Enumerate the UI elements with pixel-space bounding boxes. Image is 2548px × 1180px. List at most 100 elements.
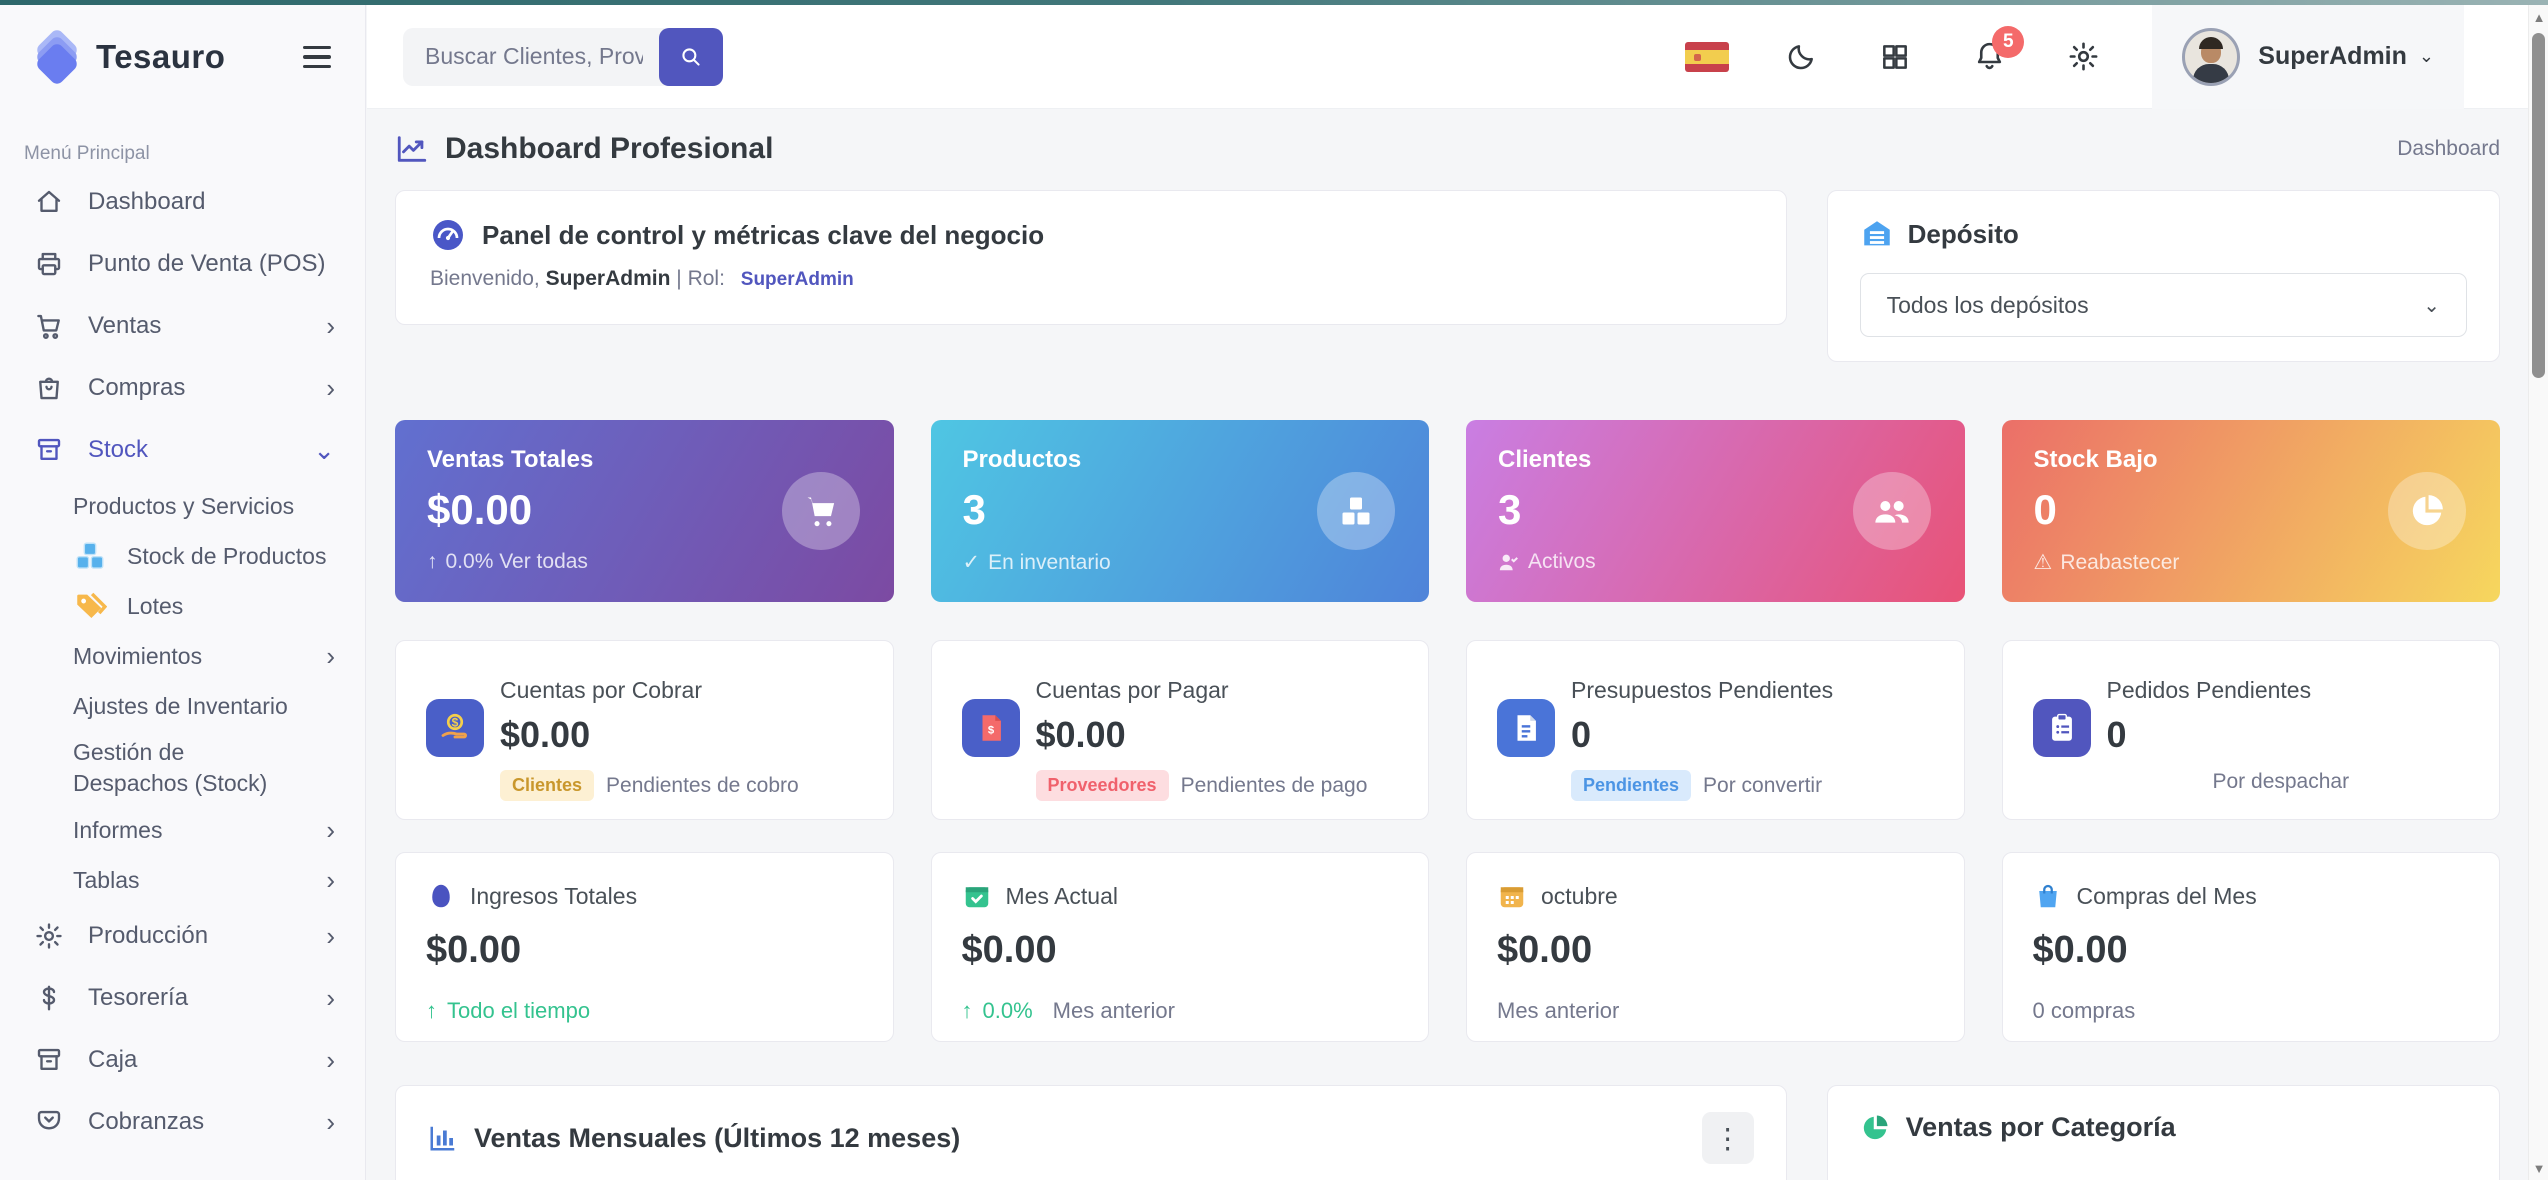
met-head: Compras del Mes: [2033, 881, 2470, 911]
user-menu[interactable]: SuperAdmin ⌄: [2152, 5, 2464, 109]
kpi-card-clientes: Clientes 3 Activos: [1466, 420, 1965, 602]
sidebar-subitem-movimientos[interactable]: Movimientos ›: [0, 631, 365, 681]
global-search: [403, 28, 723, 86]
search-input[interactable]: [403, 28, 665, 86]
chart-header: Ventas Mensuales (Últimos 12 meses) ⋮: [428, 1112, 1754, 1164]
sidebar-item-ventas[interactable]: Ventas ›: [0, 295, 365, 357]
sidebar-item-compras[interactable]: Compras ›: [0, 357, 365, 419]
scroll-down-arrow[interactable]: ▼: [2529, 1156, 2548, 1180]
sidebar-subitem-gestion-despachos[interactable]: Gestión de Despachos (Stock): [0, 731, 330, 805]
scrollbar-thumb[interactable]: [2532, 33, 2545, 378]
sidebar-item-dashboard[interactable]: Dashboard: [0, 171, 365, 233]
sidebar-item-tesoreria[interactable]: Tesorería ›: [0, 967, 365, 1029]
page-title-row: Dashboard Profesional Dashboard: [395, 126, 2500, 172]
sidebar-item-label: Caja: [88, 1046, 137, 1074]
deposito-title-text: Depósito: [1908, 219, 2019, 250]
card-cuentas-por-cobrar: $ Cuentas por Cobrar $0.00 Clientes Pend…: [395, 640, 894, 820]
kpi-footer-link[interactable]: 0.0% Ver todas: [446, 550, 588, 574]
sidebar-logo-row: Tesauro: [0, 5, 365, 109]
cart-icon: [34, 311, 64, 341]
kpi-footer-text: Reabastecer: [2060, 551, 2179, 575]
stock-box-icon: [34, 435, 64, 465]
chevron-right-icon: ›: [326, 923, 335, 949]
chevron-right-icon: ›: [326, 1047, 335, 1073]
chart-title: Ventas por Categoría: [1860, 1112, 2467, 1143]
vertical-scrollbar[interactable]: ▲ ▼: [2528, 5, 2548, 1180]
spain-flag-icon: [1685, 42, 1729, 72]
acc-footer-text: Por convertir: [1703, 774, 1822, 798]
chart-title-text: Ventas Mensuales (Últimos 12 meses): [474, 1123, 960, 1154]
up-arrow-icon: ↑: [962, 998, 973, 1024]
sidebar-subitem-label: Movimientos: [73, 643, 202, 670]
sidebar-item-stock[interactable]: Stock ⌄: [0, 419, 365, 481]
gear-icon: [2067, 40, 2100, 73]
acc-body: Pedidos Pendientes 0: [2107, 677, 2470, 756]
acc-value: $0.00: [1036, 714, 1399, 756]
kpi-card-ventas-totales: Ventas Totales $0.00 ↑ 0.0% Ver todas: [395, 420, 894, 602]
met-value: $0.00: [962, 929, 1399, 972]
badge-proveedores: Proveedores: [1036, 770, 1169, 801]
welcome-subtitle: Bienvenido, SuperAdmin | Rol: SuperAdmin: [430, 267, 1752, 291]
deposito-select[interactable]: Todos los depósitos ⌄: [1860, 273, 2467, 337]
welcome-title: Panel de control y métricas clave del ne…: [430, 217, 1752, 253]
acc-body: Cuentas por Cobrar $0.00: [500, 677, 863, 756]
svg-text:$: $: [452, 716, 459, 730]
language-flag-button[interactable]: [1684, 34, 1730, 80]
dark-mode-button[interactable]: [1778, 34, 1824, 80]
acc-title: Cuentas por Cobrar: [500, 677, 863, 704]
welcome-card: Panel de control y métricas clave del ne…: [395, 190, 1787, 325]
search-icon: [678, 44, 704, 70]
chart-menu-button[interactable]: ⋮: [1702, 1112, 1754, 1164]
tesauro-logo-icon: [34, 34, 80, 80]
apps-grid-button[interactable]: [1872, 34, 1918, 80]
chevron-right-icon: ›: [326, 313, 335, 339]
page-title: Dashboard Profesional: [395, 132, 773, 166]
welcome-greeting: Bienvenido,: [430, 267, 540, 290]
metrics-row: Ingresos Totales $0.00 ↑ Todo el tiempo …: [395, 852, 2500, 1042]
printer-icon: [34, 249, 64, 279]
scroll-up-arrow[interactable]: ▲: [2529, 5, 2548, 29]
sidebar-subitem-label: Tablas: [73, 867, 139, 894]
sidebar-item-pos[interactable]: Punto de Venta (POS): [0, 233, 365, 295]
settings-button[interactable]: [2060, 34, 2106, 80]
card-compras-del-mes: Compras del Mes $0.00 0 compras: [2002, 852, 2501, 1042]
met-value: $0.00: [1497, 929, 1934, 972]
deposito-card: Depósito Todos los depósitos ⌄: [1827, 190, 2500, 362]
met-title: Mes Actual: [1006, 883, 1119, 910]
met-title: Compras del Mes: [2077, 883, 2257, 910]
shopping-bag-icon: [34, 373, 64, 403]
dollar-icon: [34, 983, 64, 1013]
category-sales-card: Ventas por Categoría: [1827, 1085, 2500, 1180]
acc-footline: Proveedores Pendientes de pago: [1036, 770, 1399, 801]
sidebar-subitem-informes[interactable]: Informes ›: [0, 805, 365, 855]
sidebar-subitem-stock-productos[interactable]: Stock de Productos: [0, 531, 365, 581]
sidebar-item-cobranzas[interactable]: Cobranzas ›: [0, 1091, 365, 1153]
acc-value: 0: [2107, 714, 2470, 756]
deposito-selected-option: Todos los depósitos: [1887, 292, 2089, 319]
kpi-footer: Activos: [1498, 550, 1933, 574]
cart-icon: [782, 472, 860, 550]
cashbox-icon: [34, 1045, 64, 1075]
acc-value: 0: [1571, 714, 1934, 756]
sidebar-subitem-tablas[interactable]: Tablas ›: [0, 855, 365, 905]
kpi-row: Ventas Totales $0.00 ↑ 0.0% Ver todas Pr…: [395, 420, 2500, 602]
monthly-sales-chart-card: Ventas Mensuales (Últimos 12 meses) ⋮ $1: [395, 1085, 1787, 1180]
sidebar-subitem-ajustes-inventario[interactable]: Ajustes de Inventario: [0, 681, 365, 731]
sidebar-item-label: Dashboard: [88, 188, 205, 216]
notifications-button[interactable]: 5: [1966, 34, 2012, 80]
kpi-footer: ✓ En inventario: [963, 550, 1398, 575]
chevron-down-icon: ⌄: [2419, 46, 2434, 67]
pocket-icon: [34, 1107, 64, 1137]
warning-icon: ⚠: [2034, 550, 2053, 575]
sidebar-item-produccion[interactable]: Producción ›: [0, 905, 365, 967]
search-button[interactable]: [659, 28, 723, 86]
sidebar-toggle-hamburger-icon[interactable]: [303, 46, 331, 69]
welcome-role-label: | Rol:: [676, 267, 725, 290]
acc-title: Pedidos Pendientes: [2107, 677, 2470, 704]
met-title: Ingresos Totales: [470, 883, 637, 910]
sidebar-item-caja[interactable]: Caja ›: [0, 1029, 365, 1091]
invoice-icon: $: [962, 699, 1020, 757]
acc-footer-text: Pendientes de cobro: [606, 774, 799, 798]
sidebar-subitem-lotes[interactable]: Lotes: [0, 581, 365, 631]
sidebar-subitem-productos-servicios[interactable]: Productos y Servicios: [0, 481, 365, 531]
